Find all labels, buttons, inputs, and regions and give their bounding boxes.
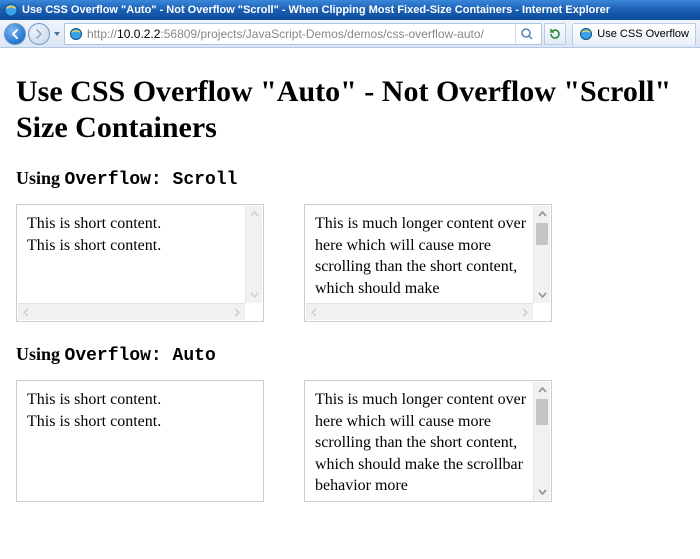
box-scroll-long: This is much longer content over here wh…: [304, 204, 552, 322]
scroll-up-arrow-icon[interactable]: [534, 382, 550, 399]
scrollbar-rail: [246, 223, 262, 286]
url-host: 10.0.2.2: [117, 27, 160, 41]
box-content: This is much longer content over here wh…: [315, 213, 527, 299]
box-content: This is short content. This is short con…: [27, 389, 253, 493]
horizontal-scrollbar[interactable]: [306, 303, 533, 320]
box-content: This is short content. This is short con…: [27, 213, 239, 299]
search-icon[interactable]: [515, 23, 537, 45]
address-bar[interactable]: http://10.0.2.2:56809/projects/JavaScrip…: [64, 23, 542, 45]
scroll-left-arrow-icon: [18, 304, 35, 321]
scroll-left-arrow-icon: [306, 304, 323, 321]
page-icon: [69, 27, 83, 41]
scroll-down-arrow-icon[interactable]: [534, 483, 550, 500]
window-titlebar: Use CSS Overflow "Auto" - Not Overflow "…: [0, 0, 700, 20]
box-auto-short: This is short content. This is short con…: [16, 380, 264, 502]
page-title: Use CSS Overflow "Auto" - Not Overflow "…: [16, 74, 684, 146]
section-prefix: Using: [16, 168, 65, 188]
page-title-line2: Size Containers: [16, 111, 217, 144]
url-scheme: http://: [87, 27, 117, 41]
browser-toolbar: http://10.0.2.2:56809/projects/JavaScrip…: [0, 20, 700, 48]
row-overflow-scroll: This is short content. This is short con…: [16, 204, 684, 322]
box-content: This is much longer content over here wh…: [315, 389, 527, 493]
back-button[interactable]: [4, 23, 26, 45]
box-scroll-short: This is short content. This is short con…: [16, 204, 264, 322]
scrollbar-rail[interactable]: [534, 223, 550, 286]
section-prefix: Using: [16, 344, 65, 364]
tab-page-icon: [579, 27, 593, 41]
scrollbar-thumb[interactable]: [536, 399, 548, 425]
ie-logo-icon: [4, 3, 18, 17]
url-path: :56809/projects/JavaScript-Demos/demos/c…: [160, 27, 483, 41]
vertical-scrollbar[interactable]: [533, 382, 550, 500]
scroll-right-arrow-icon: [516, 304, 533, 321]
page-body: Use CSS Overflow "Auto" - Not Overflow "…: [0, 48, 700, 514]
section-heading-auto: Using Overflow: Auto: [16, 344, 684, 366]
page-title-line1: Use CSS Overflow "Auto" - Not Overflow "…: [16, 75, 671, 108]
section-code: Overflow: Auto: [65, 346, 216, 366]
section-heading-scroll: Using Overflow: Scroll: [16, 168, 684, 190]
section-code: Overflow: Scroll: [65, 170, 238, 190]
scroll-down-arrow-icon: [246, 286, 262, 303]
scroll-up-arrow-icon[interactable]: [534, 206, 550, 223]
horizontal-scrollbar[interactable]: [18, 303, 245, 320]
address-url: http://10.0.2.2:56809/projects/JavaScrip…: [87, 27, 511, 41]
scrollbar-rail[interactable]: [534, 399, 550, 483]
nav-history-dropdown[interactable]: [52, 23, 62, 45]
vertical-scrollbar[interactable]: [533, 206, 550, 303]
vertical-scrollbar[interactable]: [245, 206, 262, 303]
browser-tab[interactable]: Use CSS Overflow: [572, 23, 696, 45]
scroll-down-arrow-icon[interactable]: [534, 286, 550, 303]
window-title: Use CSS Overflow "Auto" - Not Overflow "…: [22, 5, 610, 16]
scrollbar-thumb[interactable]: [536, 223, 548, 245]
scroll-right-arrow-icon: [228, 304, 245, 321]
box-auto-long: This is much longer content over here wh…: [304, 380, 552, 502]
row-overflow-auto: This is short content. This is short con…: [16, 380, 684, 502]
scroll-up-arrow-icon: [246, 206, 262, 223]
forward-button[interactable]: [28, 23, 50, 45]
refresh-button[interactable]: [544, 23, 566, 45]
tab-label: Use CSS Overflow: [597, 29, 689, 40]
